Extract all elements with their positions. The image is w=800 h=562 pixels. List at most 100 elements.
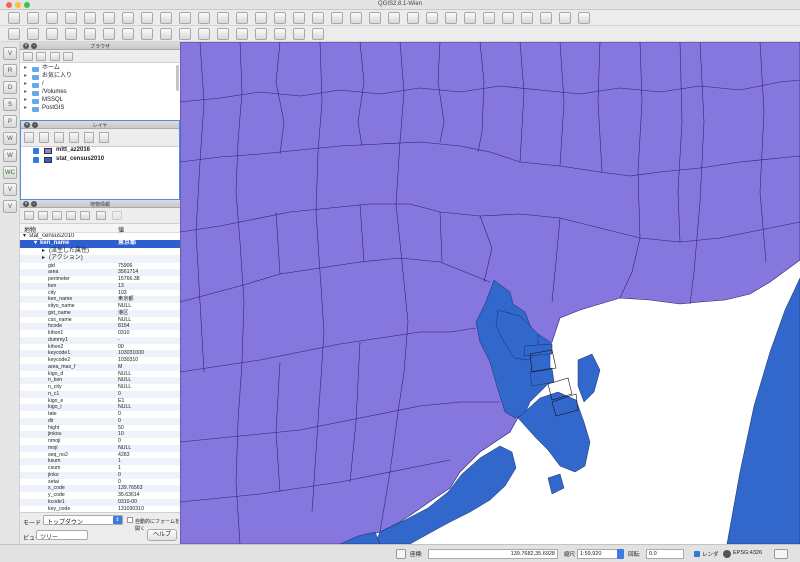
zoom-actual-icon[interactable]	[255, 12, 267, 24]
expand-arrow-icon[interactable]: ▸	[24, 73, 27, 80]
zoom-last-icon[interactable]	[274, 12, 286, 24]
show-bookmarks-icon[interactable]	[502, 12, 514, 24]
zoom-next-icon[interactable]	[293, 12, 305, 24]
crs-globe-icon[interactable]	[723, 550, 731, 558]
attribute-row[interactable]: ksum 1	[20, 458, 180, 466]
move-feature-icon[interactable]	[65, 28, 77, 40]
filter-legend-icon[interactable]	[54, 132, 64, 143]
expand-arrow-icon[interactable]: ▸	[24, 81, 27, 88]
layer-visibility-checkbox[interactable]	[33, 157, 39, 163]
expand-new-icon[interactable]	[52, 211, 62, 220]
label-rotate-icon[interactable]	[255, 28, 267, 40]
paste-icon[interactable]	[160, 28, 172, 40]
add-selected-layers-icon[interactable]	[36, 52, 46, 61]
open-form-icon[interactable]	[66, 211, 76, 220]
measure-icon[interactable]	[445, 12, 457, 24]
open-table-icon[interactable]	[407, 12, 419, 24]
copy-icon[interactable]	[141, 28, 153, 40]
print-icon[interactable]	[112, 211, 122, 220]
filter-icon[interactable]	[50, 52, 60, 61]
whats-this-icon[interactable]	[578, 12, 590, 24]
scale-dropdown-chevron-icon[interactable]	[617, 549, 624, 559]
expand-arrow-icon[interactable]: ▸	[24, 65, 27, 72]
select-feature-icon[interactable]	[369, 12, 381, 24]
identify-results-tree[interactable]: ▾ stat_census2010 ▾ ken_name 東京都 ▸ (派生した…	[20, 233, 180, 512]
composer-manager-icon[interactable]	[103, 12, 115, 24]
save-edits-icon[interactable]	[27, 28, 39, 40]
add-spatialite-layer-icon[interactable]: S	[3, 98, 17, 111]
add-feature-icon[interactable]	[46, 28, 58, 40]
browser-scrollbar[interactable]	[176, 65, 179, 91]
attribute-row[interactable]: kihon2 00	[20, 344, 180, 351]
actions-row[interactable]: ▸ (アクション)	[20, 255, 180, 263]
new-vector-layer-icon[interactable]: V	[3, 200, 17, 213]
attribute-row[interactable]: keycode1 103031000	[20, 350, 180, 358]
label-change-icon[interactable]	[274, 28, 286, 40]
browser-item[interactable]: ▸ お気に入り	[20, 73, 180, 80]
help-button[interactable]: ヘルプ	[147, 529, 177, 541]
map-tips-icon[interactable]	[464, 12, 476, 24]
layer-item[interactable]: mltt_az2016	[21, 147, 181, 154]
cut-icon[interactable]	[122, 28, 134, 40]
print-composer-icon[interactable]	[84, 12, 96, 24]
save-project-icon[interactable]	[46, 12, 58, 24]
zoom-to-layer-icon[interactable]	[236, 12, 248, 24]
attribute-row[interactable]: y_code 35.63614	[20, 492, 180, 499]
attribute-row[interactable]: seq_no2 4283	[20, 452, 180, 459]
attribute-row[interactable]: gst_name 港区	[20, 309, 180, 317]
collapse-all-icon[interactable]	[63, 52, 73, 61]
label-move-icon[interactable]	[236, 28, 248, 40]
attribute-row[interactable]: moji NULL	[20, 444, 180, 452]
bookmark-icon[interactable]	[483, 12, 495, 24]
browser-item[interactable]: ▸ /	[20, 81, 180, 88]
help-icon[interactable]	[350, 12, 362, 24]
crs-label[interactable]: EPSG:4326	[733, 550, 762, 556]
add-wcs-layer-icon[interactable]: W	[3, 149, 17, 162]
label-show-hide-icon[interactable]	[217, 28, 229, 40]
annotation-icon[interactable]	[521, 12, 533, 24]
attribute-row[interactable]: keycode2 1030310	[20, 357, 180, 364]
attribute-row[interactable]: gid 75906	[20, 263, 180, 270]
text-annotation-icon[interactable]	[540, 12, 552, 24]
attribute-row[interactable]: setai 0	[20, 479, 180, 486]
coordinate-field[interactable]: 139.7682,35.6928	[428, 549, 558, 559]
open-project-icon[interactable]	[27, 12, 39, 24]
deselect-icon[interactable]	[388, 12, 400, 24]
mode-select[interactable]: トップダウン ⇕	[43, 515, 123, 526]
node-tool-icon[interactable]	[84, 28, 96, 40]
add-vector-layer-icon[interactable]: V	[3, 47, 17, 60]
layer-visibility-icon[interactable]	[24, 132, 34, 143]
attribute-row[interactable]: perimeter 15766.38	[20, 276, 180, 283]
add-group-icon[interactable]	[39, 132, 49, 143]
save-as-icon[interactable]	[65, 12, 77, 24]
edit-pencil-icon[interactable]	[8, 28, 20, 40]
pan-icon[interactable]	[122, 12, 134, 24]
attribute-row[interactable]: n_city NULL	[20, 384, 180, 391]
add-wfs-layer-icon[interactable]: WC	[3, 166, 17, 179]
attribute-row[interactable]: n_ken NULL	[20, 377, 180, 385]
attribute-row[interactable]: hcode 8154	[20, 323, 180, 331]
browser-item[interactable]: ▸ PostGIS	[20, 105, 180, 112]
expand-arrow-icon[interactable]: ▸	[24, 105, 27, 112]
attribute-row[interactable]: kigo_d NULL	[20, 371, 180, 378]
attribute-row[interactable]: dummy1 -	[20, 336, 180, 344]
refresh-icon[interactable]	[312, 12, 324, 24]
python-console-icon[interactable]	[559, 12, 571, 24]
python-icon[interactable]	[312, 28, 324, 40]
attribute-row[interactable]: nmoji 0	[20, 438, 180, 445]
layer-visibility-checkbox[interactable]	[33, 148, 39, 154]
expand-icon[interactable]	[24, 211, 34, 220]
identify-root-row[interactable]: ▾ stat_census2010	[20, 233, 180, 240]
messages-icon[interactable]	[774, 549, 788, 559]
expand-all-icon[interactable]	[69, 132, 79, 143]
expand-arrow-icon[interactable]: ▸	[24, 89, 27, 96]
browser-item[interactable]: ▸ MSSQL	[20, 97, 180, 104]
pan-to-selection-icon[interactable]	[141, 12, 153, 24]
attribute-row[interactable]: x_code 139.76563	[20, 485, 180, 493]
render-checkbox[interactable]	[694, 551, 700, 557]
label-settings-icon[interactable]	[293, 28, 305, 40]
collapse-all-icon[interactable]	[84, 132, 94, 143]
attribute-row[interactable]: jinko 0	[20, 471, 180, 479]
attribute-row[interactable]: city 103	[20, 290, 180, 297]
map-svg[interactable]	[180, 42, 800, 544]
